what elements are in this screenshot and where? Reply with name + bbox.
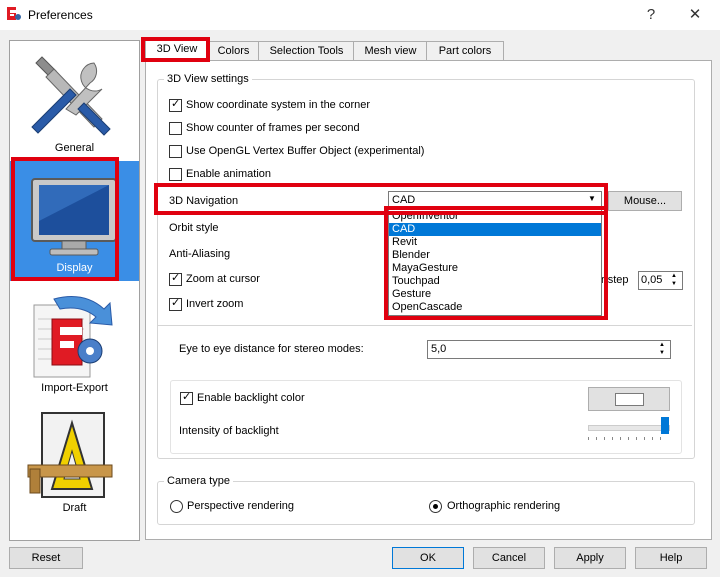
nav-option-gesture[interactable]: Gesture	[389, 288, 601, 301]
nav-option-mayagesture[interactable]: MayaGesture	[389, 262, 601, 275]
import-export-icon	[33, 296, 113, 378]
orbit-style-label: Orbit style	[169, 222, 219, 234]
tools-icon	[31, 56, 111, 136]
settings-divider	[158, 325, 692, 326]
backlight-checkbox[interactable]	[180, 390, 193, 405]
eye-distance-spinbox[interactable]: 5,0 ▲ ▼	[427, 340, 671, 359]
navigation-dropdown: OpenInventor CAD Revit Blender MayaGestu…	[388, 208, 602, 316]
title-bar	[0, 0, 720, 30]
camera-title: Camera type	[164, 475, 233, 487]
monitor-icon	[31, 178, 117, 256]
invert-zoom-label: Invert zoom	[186, 298, 244, 310]
view-settings-title: 3D View settings	[164, 73, 252, 85]
zoom-step-label: r step	[601, 274, 629, 286]
opengl-vbo-checkbox[interactable]	[169, 145, 182, 158]
intensity-slider-handle[interactable]	[661, 417, 669, 434]
nav-option-touchpad[interactable]: Touchpad	[389, 275, 601, 288]
nav-option-opencascade[interactable]: OpenCascade	[389, 301, 601, 314]
invert-zoom-checkbox[interactable]	[169, 296, 182, 311]
tab-mesh-view[interactable]: Mesh view	[353, 41, 428, 61]
window-title: Preferences	[28, 8, 93, 22]
mouse-button[interactable]: Mouse...	[608, 191, 682, 211]
backlight-label: Enable backlight color	[197, 392, 305, 404]
nav-option-openinventor[interactable]: OpenInventor	[389, 210, 601, 223]
intensity-slider-track[interactable]	[588, 425, 670, 431]
apply-button[interactable]: Apply	[554, 547, 626, 569]
spin-arrows-icon[interactable]: ▲ ▼	[671, 272, 677, 288]
ok-button[interactable]: OK	[392, 547, 464, 569]
category-draft-label: Draft	[62, 502, 87, 514]
tab-selection-tools[interactable]: Selection Tools	[258, 41, 355, 61]
tab-colors[interactable]: Colors	[207, 41, 260, 61]
freecad-app-icon	[7, 7, 21, 20]
cancel-button[interactable]: Cancel	[473, 547, 545, 569]
zoom-at-cursor-checkbox[interactable]	[169, 271, 182, 286]
nav-option-revit[interactable]: Revit	[389, 236, 601, 249]
orthographic-label: Orthographic rendering	[447, 500, 561, 512]
category-display-label: Display	[56, 262, 93, 274]
category-display[interactable]: Display	[10, 161, 139, 281]
color-swatch	[615, 393, 644, 406]
intensity-label: Intensity of backlight	[179, 425, 279, 437]
perspective-radio[interactable]	[170, 500, 183, 513]
eye-distance-label: Eye to eye distance for stereo modes:	[179, 343, 364, 355]
anti-aliasing-label: Anti-Aliasing	[169, 248, 231, 260]
category-list: General Display Import-Export Draft	[9, 40, 140, 541]
eye-distance-value: 5,0	[431, 343, 447, 355]
category-draft[interactable]: Draft	[10, 401, 139, 521]
enable-animation-label: Enable animation	[186, 168, 272, 180]
draft-icon	[27, 412, 113, 498]
nav-option-blender[interactable]: Blender	[389, 249, 601, 262]
zoom-at-cursor-label: Zoom at cursor	[186, 273, 260, 285]
show-fps-label: Show counter of frames per second	[186, 122, 360, 134]
slider-ticks	[588, 437, 668, 440]
help-title-button[interactable]: ?	[636, 4, 666, 26]
tab-part-colors[interactable]: Part colors	[426, 41, 504, 61]
category-import-export[interactable]: Import-Export	[10, 281, 139, 401]
zoom-step-value: 0,05	[641, 274, 663, 286]
category-import-export-label: Import-Export	[41, 382, 108, 394]
category-general-label: General	[54, 142, 95, 154]
navigation-value: CAD	[392, 194, 416, 206]
perspective-label: Perspective rendering	[187, 500, 295, 512]
nav-option-cad[interactable]: CAD	[389, 223, 601, 236]
show-coordinate-label: Show coordinate system in the corner	[186, 99, 371, 111]
show-coordinate-checkbox[interactable]	[169, 97, 182, 112]
tab-3d-view[interactable]: 3D View	[145, 39, 209, 62]
category-general[interactable]: General	[10, 41, 139, 161]
reset-button[interactable]: Reset	[9, 547, 83, 569]
navigation-label: 3D Navigation	[169, 195, 239, 207]
chevron-down-icon: ▼	[588, 194, 596, 203]
show-fps-checkbox[interactable]	[169, 122, 182, 135]
orthographic-radio[interactable]	[429, 500, 442, 513]
opengl-vbo-label: Use OpenGL Vertex Buffer Object (experim…	[186, 145, 425, 157]
help-button[interactable]: Help	[635, 547, 707, 569]
zoom-step-spinbox[interactable]: 0,05 ▲ ▼	[638, 271, 683, 290]
spin-arrows-icon[interactable]: ▲ ▼	[659, 341, 665, 357]
enable-animation-checkbox[interactable]	[169, 168, 182, 181]
close-window-button[interactable]: ✕	[680, 4, 710, 26]
backlight-color-button[interactable]	[588, 387, 670, 411]
